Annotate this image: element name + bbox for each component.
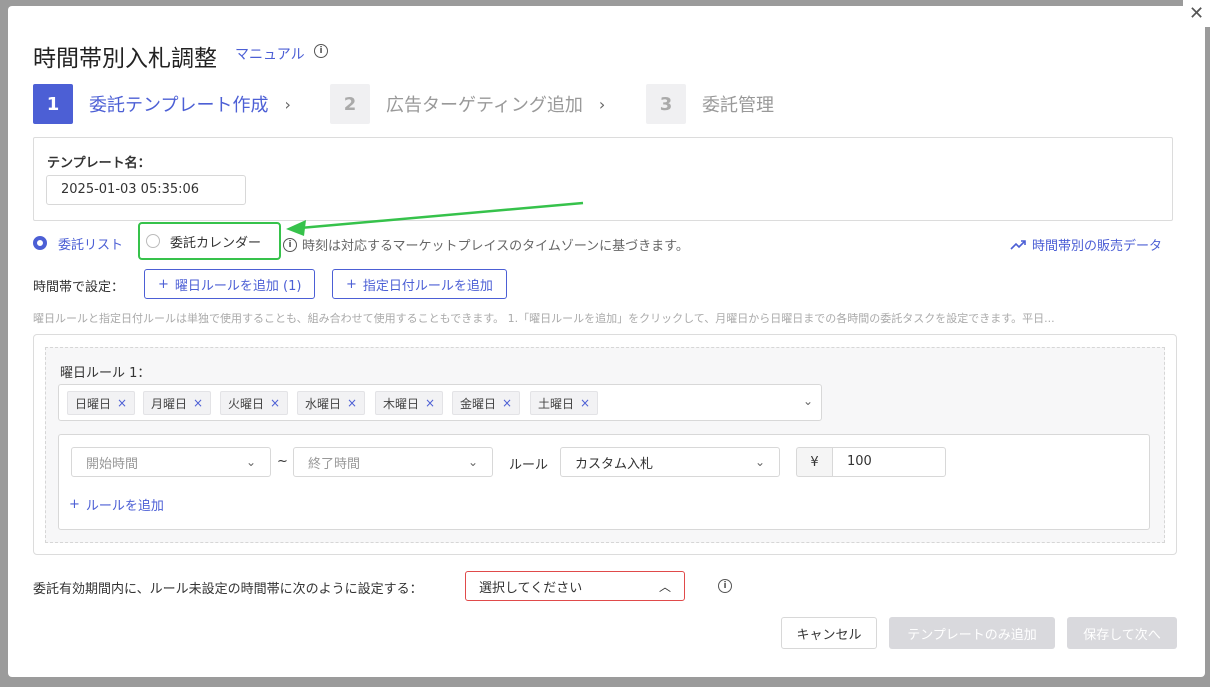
radio-list[interactable]: 委託リスト bbox=[33, 230, 123, 256]
template-name-input[interactable]: 2025-01-03 05:35:06 bbox=[46, 175, 246, 205]
step-3[interactable]: 3 委託管理 bbox=[646, 84, 774, 124]
bid-amount-input[interactable]: 100 bbox=[832, 447, 946, 477]
unset-period-placeholder: 選択してください bbox=[479, 580, 583, 596]
day-tag-label: 火曜日 bbox=[228, 396, 265, 411]
chevron-down-icon: ⌄ bbox=[467, 455, 478, 469]
add-weekday-rule-button[interactable]: + 曜日ルールを追加 (1) bbox=[144, 269, 316, 299]
manual-link[interactable]: マニュアル bbox=[235, 44, 305, 64]
modal-dialog: 時間帯別入札調整 マニュアル i 1 委託テンプレート作成 › 2 広告ターゲテ… bbox=[8, 6, 1205, 677]
plus-icon: + bbox=[158, 276, 169, 292]
add-date-rule-label: 指定日付ルールを追加 bbox=[362, 278, 493, 294]
unset-period-label: 委託有効期間内に、ルール未設定の時間帯に次のように設定する： bbox=[33, 582, 423, 597]
timeslot-label: 時間帯で設定： bbox=[33, 280, 125, 295]
rule-type-select[interactable]: カスタム入札 ⌄ bbox=[560, 447, 780, 477]
info-icon: i bbox=[283, 237, 297, 252]
day-tag: 金曜日 × bbox=[452, 391, 521, 415]
timezone-note-text: 時刻は対応するマーケットプレイスのタイムゾーンに基づきます。 bbox=[302, 239, 689, 254]
start-time-select[interactable]: 開始時間 ⌄ bbox=[71, 447, 271, 477]
close-icon[interactable]: × bbox=[580, 396, 590, 410]
unset-period-select[interactable]: 選択してください ︿ bbox=[465, 571, 685, 601]
add-date-rule-button[interactable]: + 指定日付ルールを追加 bbox=[332, 269, 507, 299]
end-time-select[interactable]: 終了時間 ⌄ bbox=[293, 447, 493, 477]
weekday-rule-title: 曜日ルール 1： bbox=[60, 366, 151, 381]
close-icon[interactable]: × bbox=[193, 396, 203, 410]
template-name-section: テンプレート名： 2025-01-03 05:35:06 bbox=[33, 137, 1173, 221]
chevron-right-icon: › bbox=[284, 94, 291, 114]
weekday-select[interactable]: 日曜日 × 月曜日 × 火曜日 × 水曜日 × 木曜日 × 金曜日 × 土曜日 × ⌄ bbox=[58, 384, 822, 421]
rule-section: 曜日ルール 1： 日曜日 × 月曜日 × 火曜日 × 水曜日 × 木曜日 × 金曜日 × 土… bbox=[33, 334, 1177, 555]
chevron-down-icon: ⌄ bbox=[802, 394, 813, 408]
add-rule-button[interactable]: + ルールを追加 bbox=[69, 495, 164, 514]
radio-label-calendar: 委託カレンダー bbox=[170, 235, 262, 251]
end-time-placeholder: 終了時間 bbox=[308, 456, 361, 472]
rule-label: ルール bbox=[509, 458, 549, 473]
cancel-button[interactable]: キャンセル bbox=[781, 617, 877, 649]
trend-up-icon bbox=[1010, 239, 1026, 250]
sales-data-link[interactable]: 時間帯別の販売データ bbox=[1010, 235, 1162, 254]
day-tag-label: 水曜日 bbox=[305, 396, 342, 411]
weekday-rule-panel: 曜日ルール 1： 日曜日 × 月曜日 × 火曜日 × 水曜日 × 木曜日 × 金曜日 × 土… bbox=[45, 347, 1165, 543]
day-tag: 土曜日 × bbox=[530, 391, 599, 415]
day-tag-label: 木曜日 bbox=[383, 396, 420, 411]
chevron-right-icon: › bbox=[598, 94, 606, 114]
radio-label-list: 委託リスト bbox=[58, 237, 124, 253]
range-separator: ~ bbox=[277, 454, 288, 469]
info-icon[interactable]: i bbox=[314, 44, 328, 58]
start-time-placeholder: 開始時間 bbox=[86, 456, 139, 472]
radio-calendar[interactable]: 委託カレンダー bbox=[138, 222, 281, 260]
chevron-down-icon: ⌄ bbox=[754, 455, 765, 469]
step-number: 1 bbox=[33, 84, 73, 124]
step-label: 委託テンプレート作成 bbox=[89, 95, 269, 116]
step-2[interactable]: 2 広告ターゲティング追加 › bbox=[330, 84, 605, 124]
template-name-label: テンプレート名： bbox=[47, 156, 151, 171]
step-1[interactable]: 1 委託テンプレート作成 › bbox=[33, 84, 291, 124]
day-tag: 日曜日 × bbox=[67, 391, 136, 415]
add-weekday-rule-label: 曜日ルールを追加 (1) bbox=[174, 278, 302, 294]
page-title: 時間帯別入札調整 bbox=[33, 46, 217, 72]
day-tag-label: 金曜日 bbox=[460, 396, 497, 411]
close-icon[interactable]: × bbox=[347, 396, 357, 410]
info-icon[interactable]: i bbox=[718, 579, 732, 593]
step-number: 2 bbox=[330, 84, 370, 124]
close-icon[interactable]: × bbox=[117, 396, 127, 410]
day-tag-label: 土曜日 bbox=[538, 396, 575, 411]
add-rule-label: ルールを追加 bbox=[85, 499, 164, 514]
close-icon[interactable]: ✕ bbox=[1183, 0, 1210, 27]
day-tag: 水曜日 × bbox=[297, 391, 366, 415]
close-icon[interactable]: × bbox=[425, 396, 435, 410]
time-rule-row: 開始時間 ⌄ ~ 終了時間 ⌄ ルール カスタム入札 ⌄ ¥ 100 + ルール… bbox=[58, 434, 1150, 530]
plus-icon: + bbox=[69, 497, 80, 512]
plus-icon: + bbox=[346, 276, 357, 292]
day-tag: 月曜日 × bbox=[143, 391, 212, 415]
day-tag: 木曜日 × bbox=[375, 391, 444, 415]
rule-hint: 曜日ルールと指定日付ルールは単独で使用することも、組み合わせて使用することもでき… bbox=[33, 312, 1055, 325]
radio-unselected-icon[interactable] bbox=[146, 234, 160, 248]
radio-selected-icon[interactable] bbox=[33, 236, 47, 250]
sales-data-link-text: 時間帯別の販売データ bbox=[1032, 239, 1163, 254]
chevron-down-icon: ⌄ bbox=[245, 455, 256, 469]
step-label: 広告ターゲティング追加 bbox=[386, 95, 583, 116]
save-next-button[interactable]: 保存して次へ bbox=[1067, 617, 1177, 649]
day-tag-label: 月曜日 bbox=[151, 396, 188, 411]
day-tag-label: 日曜日 bbox=[75, 396, 112, 411]
step-label: 委託管理 bbox=[702, 95, 774, 116]
currency-prefix: ¥ bbox=[796, 447, 832, 477]
timezone-note: i 時刻は対応するマーケットプレイスのタイムゾーンに基づきます。 bbox=[283, 235, 689, 254]
step-number: 3 bbox=[646, 84, 686, 124]
close-icon[interactable]: × bbox=[270, 396, 280, 410]
close-icon[interactable]: × bbox=[502, 396, 512, 410]
chevron-up-icon: ︿ bbox=[658, 579, 671, 594]
day-tag: 火曜日 × bbox=[220, 391, 289, 415]
add-template-only-button[interactable]: テンプレートのみ追加 bbox=[889, 617, 1055, 649]
rule-type-value: カスタム入札 bbox=[575, 456, 654, 472]
